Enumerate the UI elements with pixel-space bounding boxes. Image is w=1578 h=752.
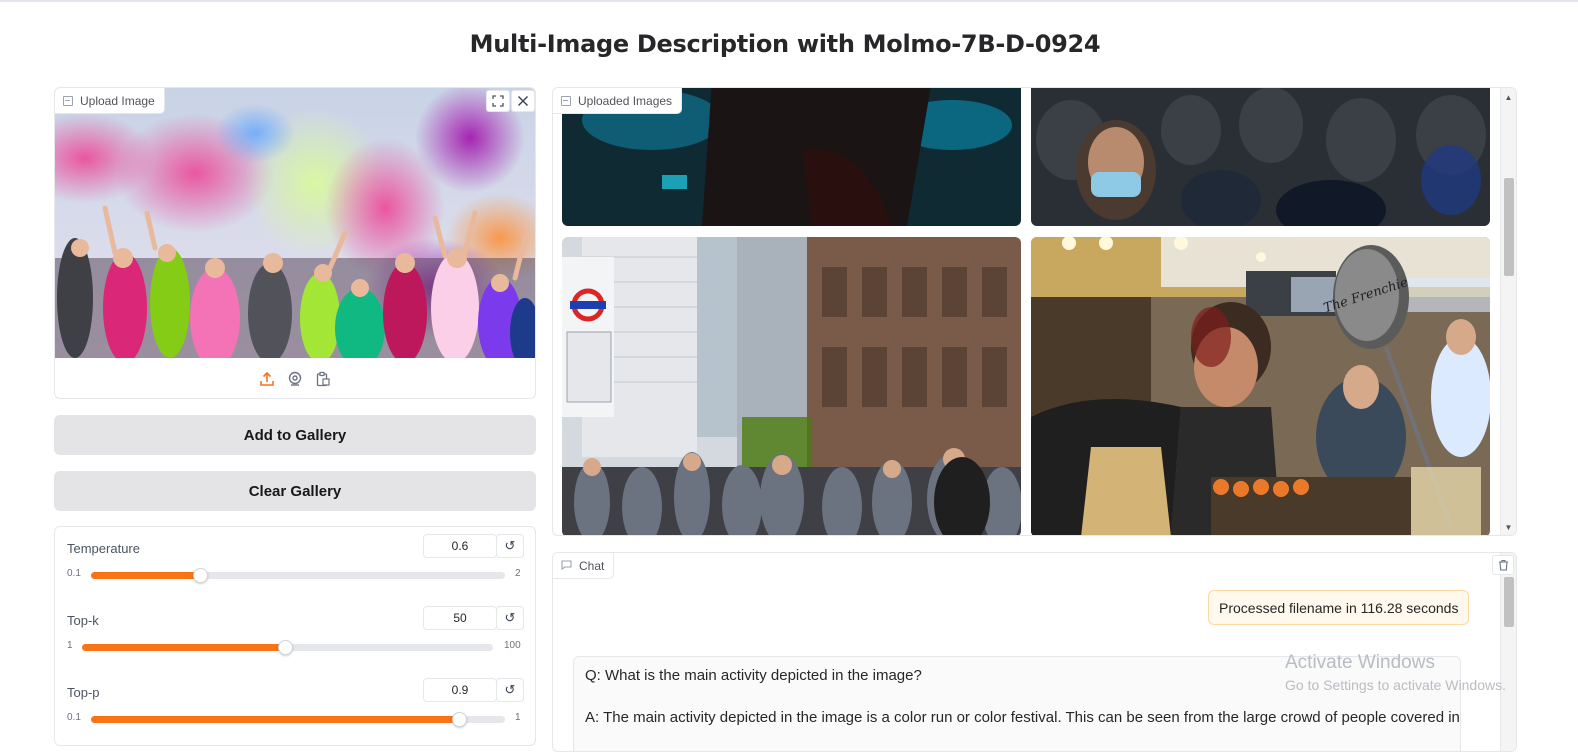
top-k-slider[interactable]	[82, 640, 493, 655]
gallery-thumbnail-4[interactable]: The Frenchie	[1031, 237, 1490, 535]
top-k-min: 1	[67, 640, 73, 651]
temperature-slider[interactable]	[91, 568, 505, 583]
upload-image-label: Upload Image	[55, 88, 165, 114]
temperature-slider-thumb[interactable]	[192, 568, 208, 583]
top-p-slider-fill	[91, 716, 460, 723]
top-p-reset-icon[interactable]: ↺	[496, 678, 524, 702]
upload-image-panel[interactable]: Upload Image	[54, 87, 536, 399]
processing-status-message: Processed filename in 116.28 seconds	[1208, 590, 1470, 625]
scroll-down-icon[interactable]: ▼	[1501, 520, 1516, 534]
scroll-up-icon[interactable]: ▲	[1501, 90, 1516, 104]
chat-scrollbar-thumb[interactable]	[1504, 577, 1514, 627]
temperature-number-input[interactable]: 0.6	[423, 534, 497, 558]
top-k-max: 100	[504, 640, 521, 651]
activate-windows-subtitle: Go to Settings to activate Windows.	[1285, 677, 1506, 693]
top-k-number-input[interactable]: 50	[423, 606, 497, 630]
top-k-label: Top-k	[67, 613, 99, 628]
upload-icon[interactable]	[259, 371, 275, 387]
trash-icon[interactable]	[1492, 555, 1514, 575]
generation-settings-panel: Temperature 0.6 ↺ 0.1 2 Top-k 50 ↺ 1 100…	[54, 526, 536, 746]
close-icon[interactable]	[511, 90, 535, 112]
uploaded-images-label-text: Uploaded Images	[578, 93, 673, 108]
temperature-slider-fill	[91, 572, 200, 579]
image-icon	[63, 95, 73, 106]
page-title: Multi-Image Description with Molmo-7B-D-…	[469, 30, 1101, 58]
activate-windows-title: Activate Windows	[1285, 652, 1435, 673]
top-p-max: 1	[515, 712, 521, 723]
temperature-slider-block: Temperature 0.6 ↺ 0.1 2	[55, 534, 535, 613]
image-icon	[561, 95, 571, 106]
windows-activation-watermark: Activate Windows Go to Settings to activ…	[1285, 652, 1506, 693]
temperature-min: 0.1	[67, 568, 81, 579]
top-divider	[0, 0, 1578, 2]
gallery-thumbnail-3[interactable]	[562, 237, 1021, 535]
uploaded-images-gallery[interactable]: Uploaded Images The Frenchie ▲ ▼	[552, 87, 1517, 536]
add-to-gallery-button[interactable]: Add to Gallery	[54, 415, 536, 455]
uploaded-photo-color-festival	[55, 88, 535, 358]
top-k-reset-icon[interactable]: ↺	[496, 606, 524, 630]
gallery-scrollbar-thumb[interactable]	[1504, 178, 1514, 276]
webcam-icon[interactable]	[287, 371, 303, 387]
uploaded-images-label: Uploaded Images	[553, 88, 683, 114]
temperature-label: Temperature	[67, 541, 140, 556]
upload-image-label-text: Upload Image	[80, 93, 155, 108]
gallery-scrollbar[interactable]: ▲ ▼	[1500, 88, 1516, 535]
gallery-thumbnail-2[interactable]	[1031, 88, 1490, 226]
fullscreen-icon[interactable]	[486, 90, 510, 112]
top-p-label: Top-p	[67, 685, 100, 700]
chat-label-text: Chat	[579, 558, 605, 573]
clear-gallery-button[interactable]: Clear Gallery	[54, 471, 536, 511]
top-p-number-input[interactable]: 0.9	[423, 678, 497, 702]
top-k-slider-fill	[82, 644, 286, 651]
top-k-slider-block: Top-k 50 ↺ 1 100	[55, 606, 535, 685]
clipboard-icon[interactable]	[315, 371, 331, 387]
top-k-slider-thumb[interactable]	[278, 640, 294, 655]
answer-text: A: The main activity depicted in the ima…	[585, 709, 1460, 726]
upload-source-toolbar	[55, 360, 535, 398]
top-p-slider[interactable]	[91, 712, 505, 727]
chat-label: Chat	[553, 553, 615, 579]
top-p-slider-thumb[interactable]	[452, 712, 468, 727]
chat-bubble-icon	[561, 559, 572, 573]
top-p-min: 0.1	[67, 712, 81, 723]
temperature-reset-icon[interactable]: ↺	[496, 534, 524, 558]
temperature-max: 2	[515, 568, 521, 579]
